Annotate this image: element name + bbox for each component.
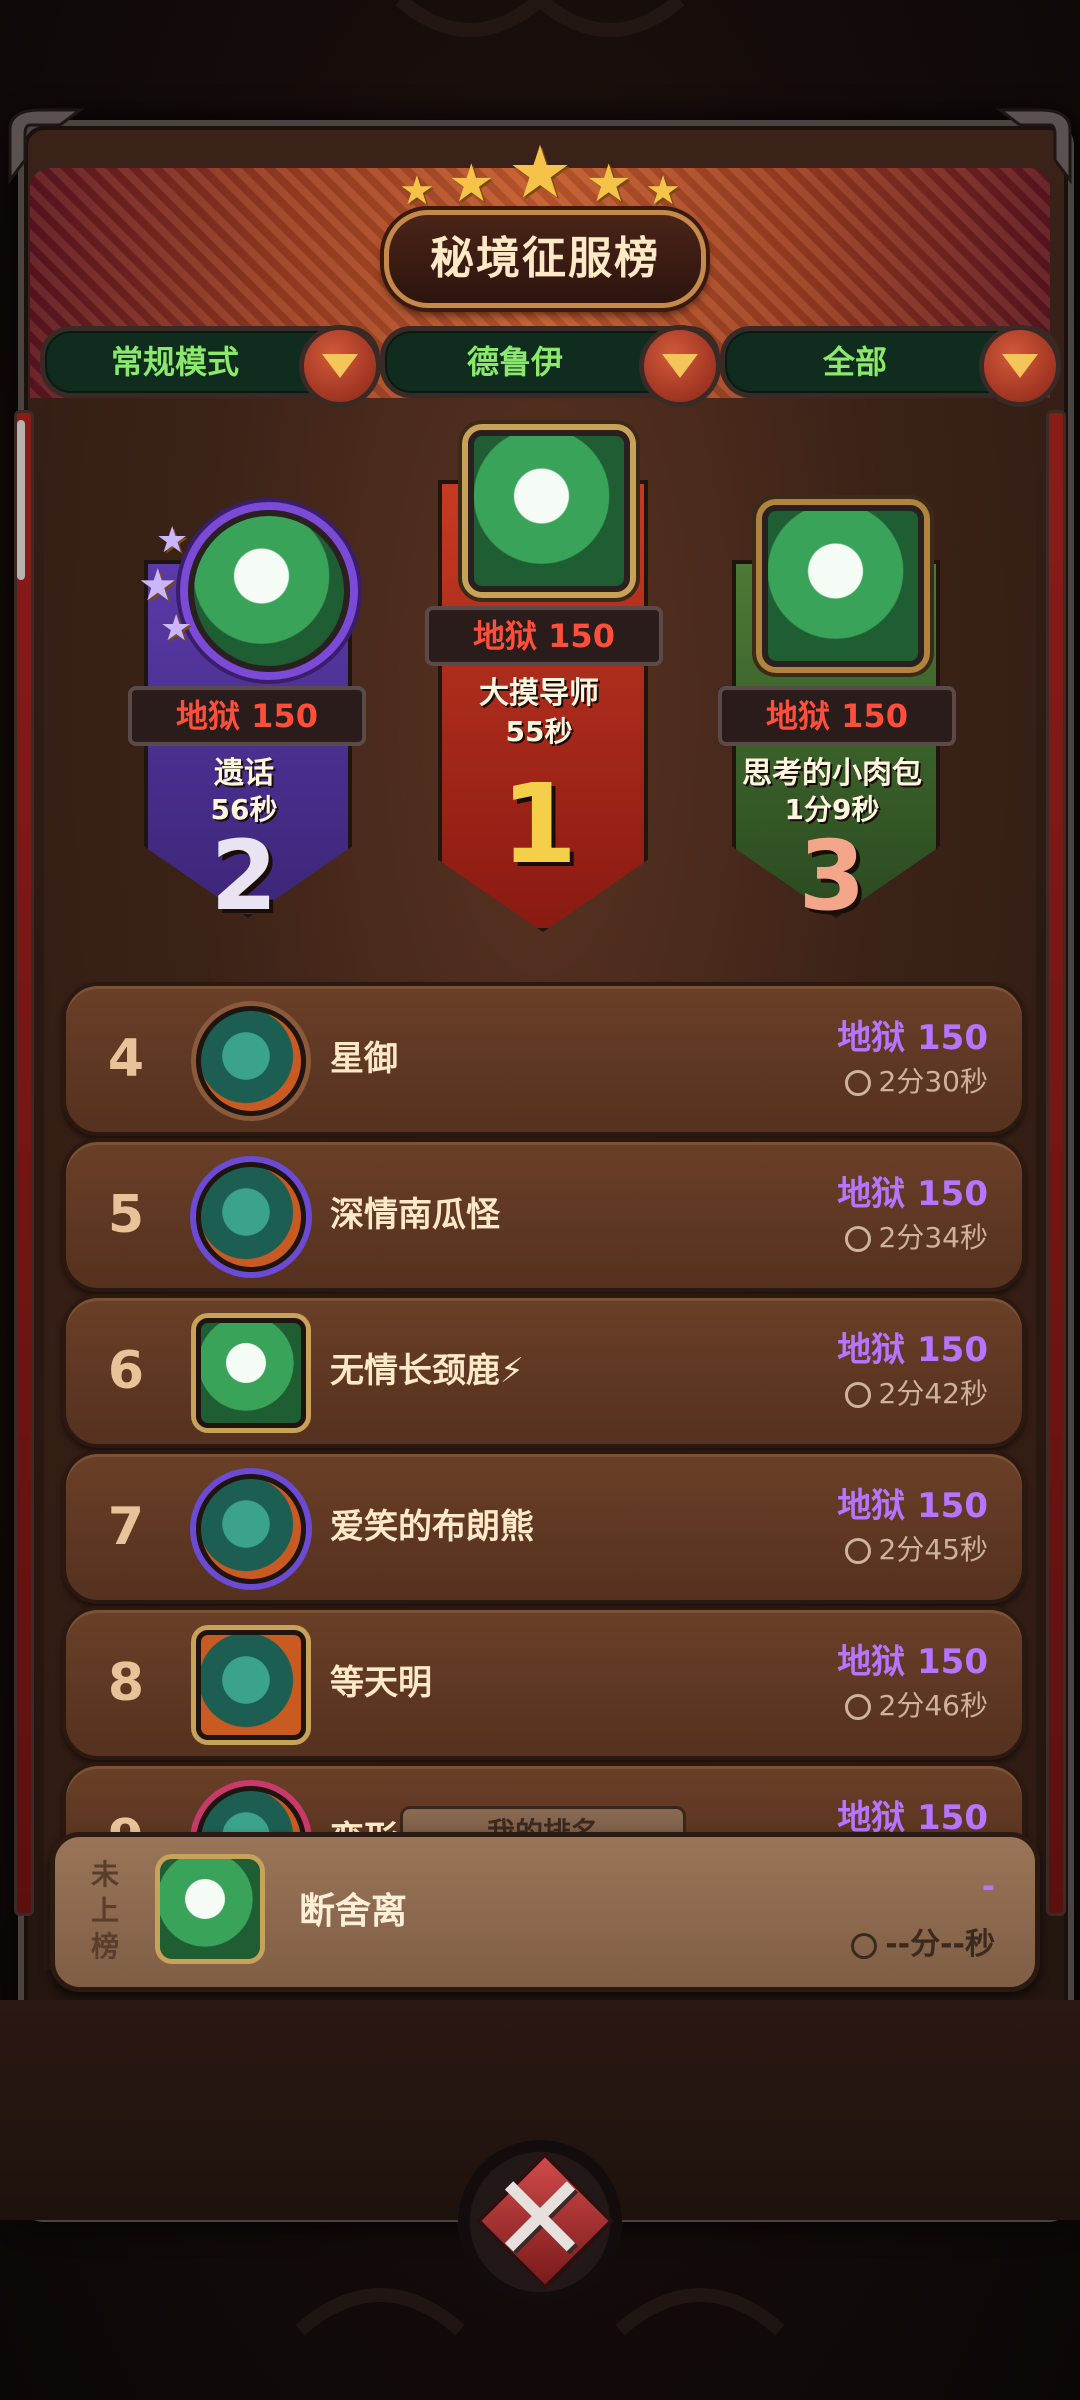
- player-avatar[interactable]: [196, 1318, 306, 1428]
- row-time: 2分45秒: [844, 1528, 988, 1568]
- star-icon: ★: [507, 130, 573, 214]
- podium-player-name: 大摸导师: [479, 676, 599, 711]
- my-time: --分--秒: [851, 1919, 995, 1963]
- star-icon: ★: [399, 168, 435, 214]
- row-player-name: 无情长颈鹿⚡: [330, 1351, 524, 1391]
- player-avatar[interactable]: [196, 1006, 306, 1116]
- row-rank: 4: [107, 1029, 145, 1089]
- star-icon: ★: [138, 560, 178, 611]
- row-time: 2分34秒: [844, 1216, 988, 1256]
- star-icon: ★: [156, 520, 189, 561]
- my-rank-card[interactable]: 未上榜 断舍离 - --分--秒: [50, 1832, 1040, 1992]
- row-rank: 5: [107, 1185, 145, 1245]
- leaderboard-row[interactable]: 7 爱笑的布朗熊 地狱 150 2分45秒: [62, 1450, 1026, 1604]
- player-avatar[interactable]: [196, 1474, 306, 1584]
- row-time-text: 2分30秒: [878, 1065, 988, 1098]
- clock-icon: [851, 1932, 878, 1959]
- close-x-icon[interactable]: ✕: [470, 2150, 610, 2290]
- mode-filter-dropdown[interactable]: 常规模式: [40, 325, 381, 407]
- scrollbar[interactable]: [17, 420, 25, 580]
- row-score: 地狱 150: [837, 1330, 988, 1370]
- row-time-text: 2分42秒: [878, 1377, 988, 1410]
- row-rank: 7: [107, 1497, 145, 1557]
- player-avatar[interactable]: [762, 505, 924, 667]
- leaderboard-row[interactable]: 6 无情长颈鹿⚡ 地狱 150 2分42秒: [62, 1294, 1026, 1448]
- triangle-down-icon[interactable]: [979, 325, 1061, 407]
- row-player-name: 深情南瓜怪: [330, 1195, 500, 1235]
- clock-icon: [844, 1538, 871, 1564]
- row-player-name: 星御: [330, 1039, 398, 1079]
- class-filter-label: 德鲁伊: [466, 343, 563, 381]
- scope-filter-label: 全部: [822, 343, 887, 381]
- clock-icon: [844, 1226, 871, 1252]
- player-avatar[interactable]: [160, 1859, 260, 1959]
- star-icon: ★: [448, 154, 495, 214]
- left-rail: [14, 410, 34, 1916]
- star-rating: ★ ★ ★ ★ ★: [0, 130, 1080, 214]
- my-time-text: --分--秒: [885, 1927, 995, 1962]
- row-player-name: 爱笑的布朗熊: [330, 1507, 534, 1547]
- row-score: 地狱 150: [837, 1018, 988, 1058]
- my-player-name: 断舍离: [299, 1891, 408, 1932]
- row-time: 2分46秒: [844, 1684, 988, 1724]
- title-plaque: 秘境征服榜: [384, 210, 706, 308]
- star-icon: ★: [645, 168, 681, 214]
- my-score: -: [981, 1867, 995, 1905]
- row-score: 地狱 150: [837, 1642, 988, 1682]
- podium-rank-number: 2: [210, 820, 278, 932]
- leaderboard-row[interactable]: 8 等天明 地狱 150 2分46秒: [62, 1606, 1026, 1760]
- clock-icon: [844, 1382, 871, 1408]
- unranked-status: 未上榜: [90, 1858, 119, 1963]
- triangle-down-icon[interactable]: [639, 325, 721, 407]
- star-icon: ★: [160, 608, 193, 649]
- player-avatar[interactable]: [468, 430, 630, 592]
- class-filter-dropdown[interactable]: 德鲁伊: [380, 325, 721, 407]
- player-avatar[interactable]: [196, 1630, 306, 1740]
- row-time-text: 2分34秒: [878, 1221, 988, 1254]
- row-score: 地狱 150: [837, 1486, 988, 1526]
- podium-score: 地狱 150: [425, 606, 663, 666]
- podium-time: 55秒: [505, 715, 573, 748]
- row-time: 2分30秒: [844, 1060, 988, 1100]
- leaderboard-row[interactable]: 5 深情南瓜怪 地狱 150 2分34秒: [62, 1138, 1026, 1292]
- row-time: 2分42秒: [844, 1372, 988, 1412]
- player-avatar[interactable]: [196, 1162, 306, 1272]
- leaderboard-row[interactable]: 4 星御 地狱 150 2分30秒: [62, 982, 1026, 1136]
- row-rank: 6: [107, 1341, 145, 1401]
- row-score: 地狱 150: [837, 1174, 988, 1214]
- clock-icon: [844, 1694, 871, 1720]
- row-player-name: 等天明: [330, 1663, 432, 1703]
- podium-rank-number: 3: [798, 820, 866, 932]
- row-rank: 8: [107, 1653, 145, 1713]
- row-time-text: 2分46秒: [878, 1689, 988, 1722]
- podium-score: 地狱 150: [128, 686, 366, 746]
- podium-player-name: 思考的小肉包: [742, 756, 922, 791]
- scope-filter-dropdown[interactable]: 全部: [720, 325, 1061, 407]
- right-rail: [1046, 410, 1066, 1916]
- podium-player-name: 遗话: [214, 756, 274, 791]
- podium-rank-number: 1: [500, 760, 578, 888]
- podium-score: 地狱 150: [718, 686, 956, 746]
- page-title: 秘境征服榜: [430, 233, 660, 284]
- clock-icon: [844, 1070, 871, 1096]
- row-time-text: 2分45秒: [878, 1533, 988, 1566]
- triangle-down-icon[interactable]: [299, 325, 381, 407]
- mode-filter-label: 常规模式: [110, 343, 239, 381]
- star-icon: ★: [585, 154, 632, 214]
- player-avatar[interactable]: [188, 510, 350, 672]
